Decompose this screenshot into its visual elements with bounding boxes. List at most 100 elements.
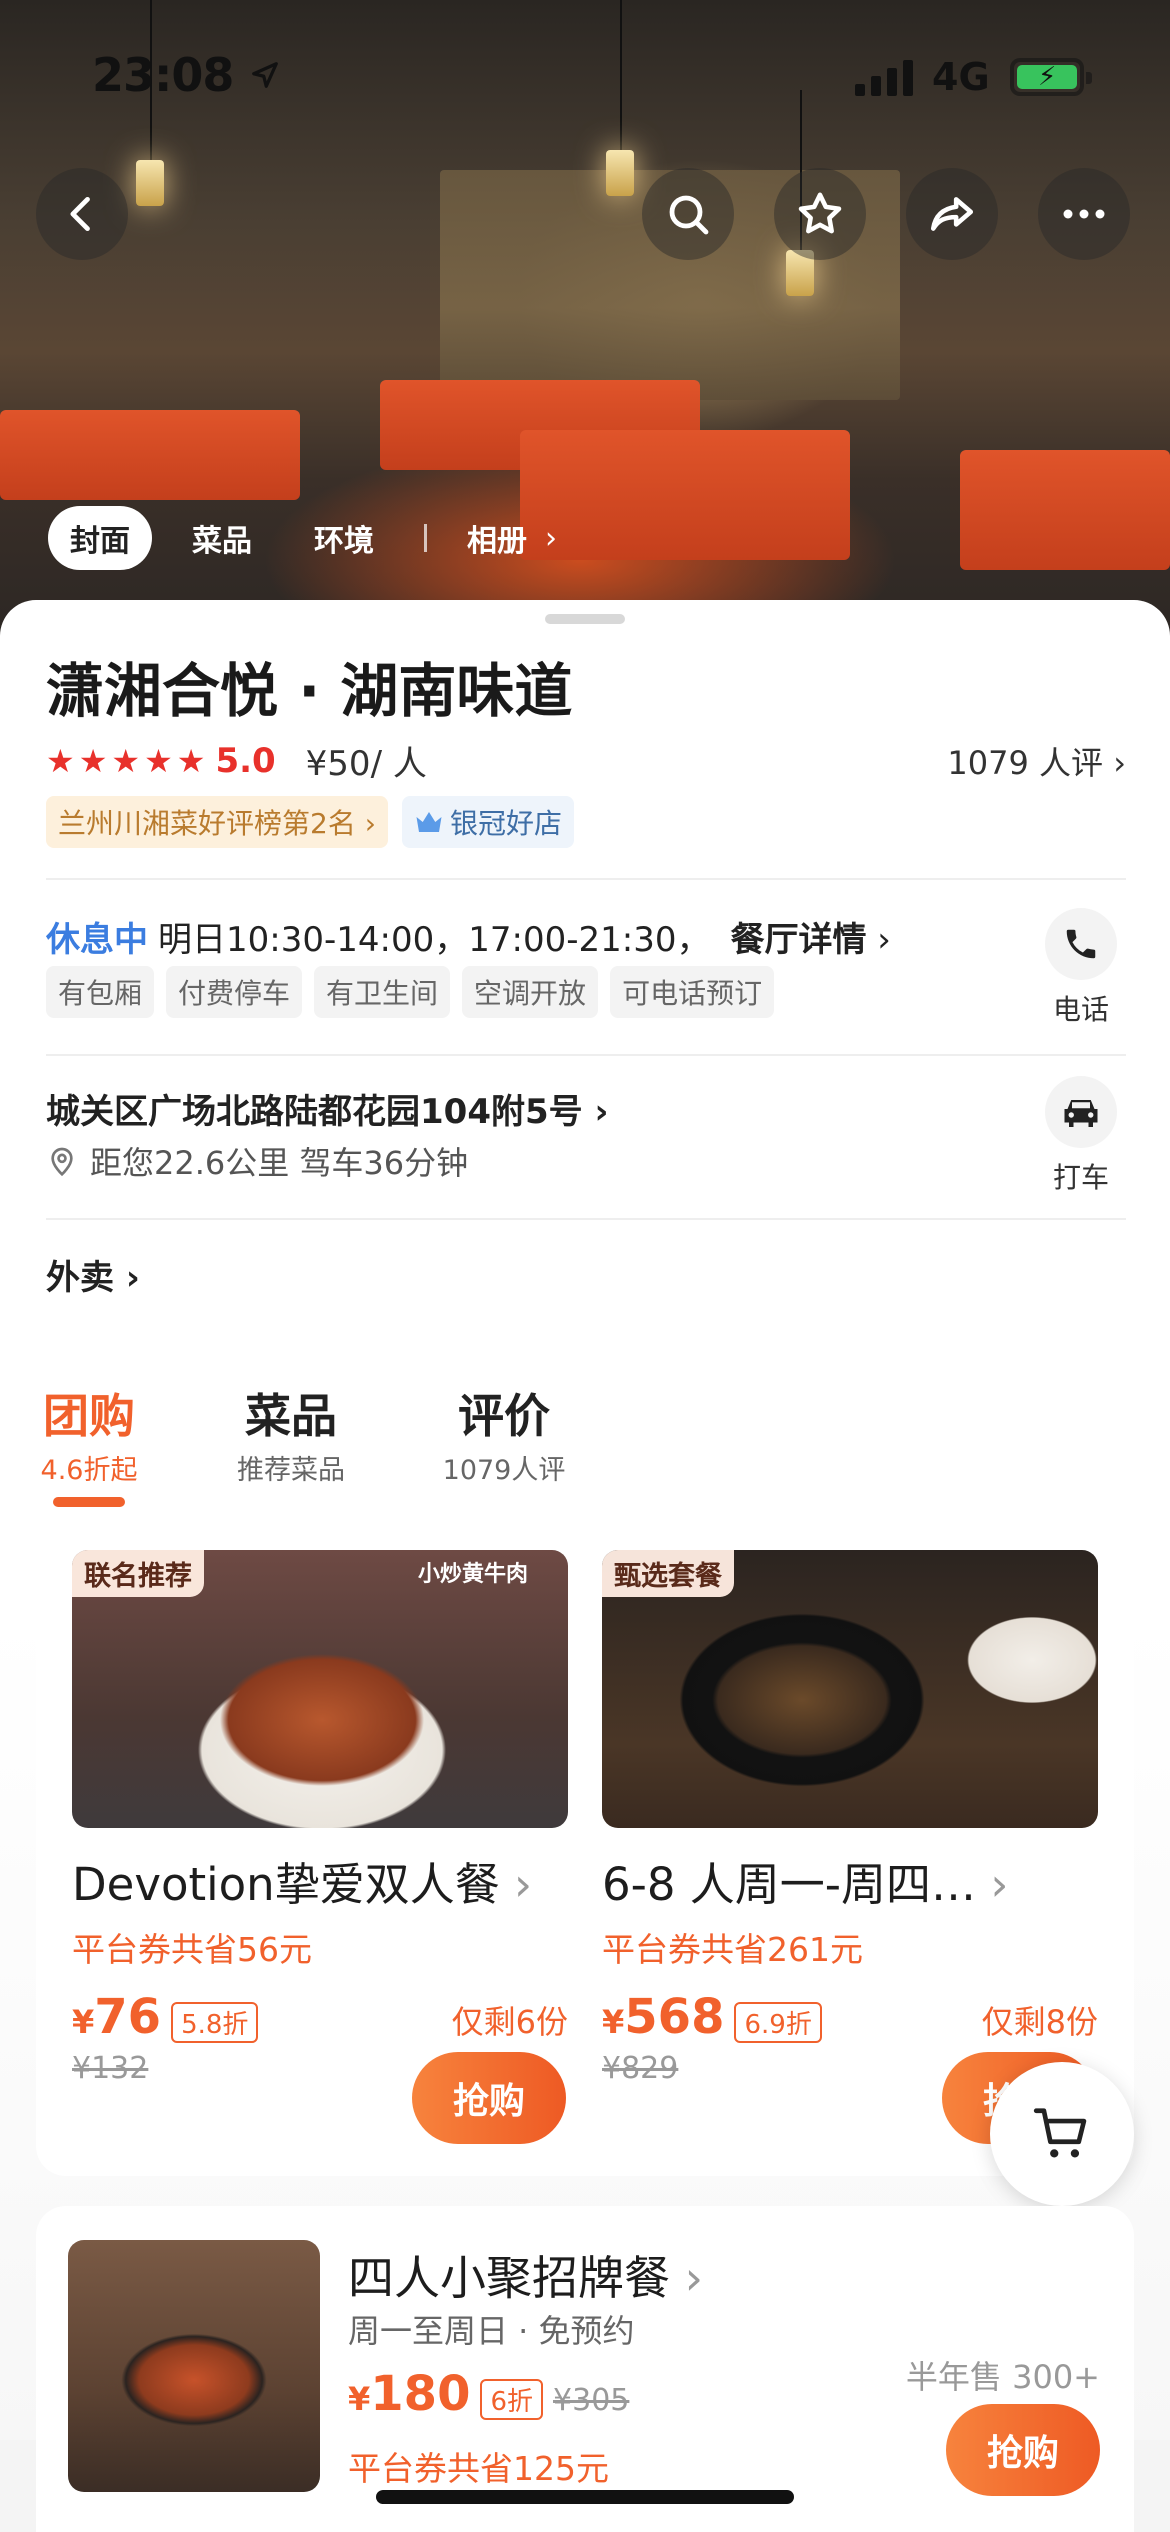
battery-icon: ⚡ bbox=[1010, 58, 1092, 96]
open-status: 休息中 bbox=[46, 920, 148, 960]
deal-title: 6-8 人周一-周四… › bbox=[602, 1858, 1009, 1911]
distance-text: 距您22.6公里 驾车36分钟 bbox=[90, 1144, 469, 1182]
gallery-tabs: 封面 菜品 环境 相册 › bbox=[48, 506, 557, 570]
deal-title: Devotion挚爱双人餐 › bbox=[72, 1858, 533, 1911]
facility-tag: 有包厢 bbox=[46, 966, 155, 1018]
deal-savings: 平台券共省56元 bbox=[72, 1930, 312, 1969]
deal-price-row: ¥ 568 6.9折 仅剩8份 bbox=[602, 1989, 1098, 2045]
divider bbox=[46, 1054, 1126, 1056]
tab-title: 菜品 bbox=[245, 1389, 337, 1443]
deal-price: 180 bbox=[370, 2366, 471, 2422]
tab-subtitle: 1079人评 bbox=[442, 1455, 566, 1486]
phone-button[interactable]: 电话 bbox=[1036, 908, 1126, 1028]
home-indicator[interactable] bbox=[376, 2490, 794, 2504]
deal-title: 四人小聚招牌餐 › bbox=[348, 2251, 704, 2305]
gallery-tab-album[interactable]: 相册 bbox=[445, 506, 549, 570]
deal-price-row: ¥ 76 5.8折 仅剩6份 bbox=[72, 1989, 568, 2045]
more-icon bbox=[1063, 209, 1105, 219]
share-icon bbox=[930, 197, 974, 231]
location-arrow-icon bbox=[252, 62, 278, 88]
remaining-count: 仅剩6份 bbox=[451, 2003, 568, 2041]
distance-row: 距您22.6公里 驾车36分钟 bbox=[46, 1138, 468, 1184]
crown-icon bbox=[416, 812, 442, 832]
tab-indicator bbox=[53, 1497, 125, 1507]
back-button[interactable] bbox=[36, 168, 128, 260]
phone-label: 电话 bbox=[1052, 993, 1109, 1026]
gallery-tab-dishes[interactable]: 菜品 bbox=[170, 506, 274, 570]
tab-dishes[interactable]: 菜品 推荐菜品 bbox=[226, 1380, 356, 1487]
car-icon bbox=[1064, 1100, 1098, 1127]
deal-image: 联名推荐 小炒黄牛肉 bbox=[72, 1550, 568, 1828]
buy-button[interactable]: 抢购 bbox=[946, 2404, 1100, 2496]
business-hours[interactable]: 休息中 明日10:30-14:00，17:00-21:30， 餐厅详情 › bbox=[46, 912, 891, 961]
deal-title-text: 四人小聚招牌餐 bbox=[348, 2251, 670, 2305]
rating-stars-icon: ★★★★★ bbox=[46, 741, 210, 780]
takeout-label: 外卖 bbox=[46, 1258, 114, 1298]
favorite-button[interactable] bbox=[774, 168, 866, 260]
network-label: 4G bbox=[932, 55, 990, 99]
price-per-person: ¥50/ 人 bbox=[305, 744, 427, 784]
ranking-badge[interactable]: 兰州川湘菜好评榜第2名 › bbox=[46, 796, 388, 848]
section-tabs: 团购 4.6折起 菜品 推荐菜品 评价 1079人评 bbox=[0, 1380, 1170, 1507]
status-time: 23:08 bbox=[92, 48, 234, 102]
deal-savings: 平台券共省261元 bbox=[602, 1930, 863, 1969]
currency-symbol: ¥ bbox=[602, 2003, 625, 2041]
address-link[interactable]: 城关区广场北路陆都花园104附5号 › bbox=[46, 1084, 609, 1133]
gallery-tab-cover[interactable]: 封面 bbox=[48, 506, 152, 570]
ranking-badge-label: 兰州川湘菜好评榜第2名 bbox=[58, 807, 356, 840]
dish-image-text: 小炒黄牛肉 bbox=[417, 1562, 528, 1587]
rating-score: 5.0 bbox=[215, 740, 276, 781]
location-icon bbox=[51, 1147, 73, 1177]
chevron-right-icon: › bbox=[545, 520, 557, 556]
deal-price: 76 bbox=[94, 1989, 162, 2045]
tab-subtitle: 推荐菜品 bbox=[237, 1455, 345, 1486]
tab-title: 评价 bbox=[458, 1389, 550, 1443]
rating-row: ★★★★★ 5.0 ¥50/ 人 1079 人评 › bbox=[46, 736, 1126, 785]
original-price: ¥305 bbox=[553, 2383, 630, 2418]
deal-image: 甄选套餐 bbox=[602, 1550, 1098, 1828]
share-button[interactable] bbox=[906, 168, 998, 260]
facility-tag: 付费停车 bbox=[166, 966, 303, 1018]
signal-icon bbox=[855, 60, 913, 96]
drag-handle[interactable] bbox=[545, 614, 625, 624]
deal-corner-label: 联名推荐 bbox=[72, 1550, 204, 1597]
deal-savings: 平台券共省125元 bbox=[348, 2449, 609, 2488]
discount-badge: 5.8折 bbox=[171, 2002, 259, 2043]
tab-title: 团购 bbox=[43, 1389, 135, 1443]
tab-reviews[interactable]: 评价 1079人评 bbox=[434, 1380, 574, 1487]
more-button[interactable] bbox=[1038, 168, 1130, 260]
deal-image bbox=[68, 2240, 320, 2492]
takeout-link[interactable]: 外卖 › bbox=[46, 1250, 140, 1299]
discount-badge: 6.9折 bbox=[734, 2002, 822, 2043]
discount-badge: 6折 bbox=[480, 2379, 544, 2420]
review-count-link[interactable]: 1079 人评 › bbox=[947, 738, 1126, 784]
review-count: 1079 人评 bbox=[947, 743, 1104, 782]
gallery-tab-divider bbox=[424, 524, 427, 552]
status-bar: 23:08 4G ⚡ bbox=[0, 0, 1170, 150]
deal-price-row: ¥ 180 6折 ¥305 bbox=[348, 2366, 629, 2422]
tab-group-buy[interactable]: 团购 4.6折起 bbox=[34, 1380, 144, 1507]
sold-count: 半年售 300+ bbox=[905, 2358, 1100, 2396]
search-button[interactable] bbox=[642, 168, 734, 260]
back-icon bbox=[70, 196, 90, 232]
cart-icon bbox=[1033, 2108, 1087, 2158]
deal-price: 568 bbox=[624, 1989, 725, 2045]
divider bbox=[46, 878, 1126, 880]
currency-symbol: ¥ bbox=[72, 2003, 95, 2041]
facility-tag: 有卫生间 bbox=[314, 966, 451, 1018]
gallery-tab-environment[interactable]: 环境 bbox=[292, 506, 396, 570]
buy-button[interactable]: 抢购 bbox=[412, 2052, 566, 2144]
restaurant-detail-link[interactable]: 餐厅详情 bbox=[730, 920, 866, 960]
currency-symbol: ¥ bbox=[348, 2380, 371, 2418]
facility-tags: 有包厢 付费停车 有卫生间 空调开放 可电话预订 bbox=[46, 966, 775, 1018]
taxi-button[interactable]: 打车 bbox=[1036, 1076, 1126, 1196]
deal-card[interactable]: 联名推荐 小炒黄牛肉 Devotion挚爱双人餐 › 平台券共省56元 ¥ 76… bbox=[72, 1550, 568, 2086]
crown-badge[interactable]: 银冠好店 bbox=[401, 796, 574, 848]
remaining-count: 仅剩8份 bbox=[981, 2003, 1098, 2041]
deal-list-item[interactable]: 四人小聚招牌餐 › 周一至周日 · 免预约 ¥ 180 6折 ¥305 平台券共… bbox=[36, 2206, 1134, 2532]
facility-tag: 空调开放 bbox=[462, 966, 599, 1018]
address-text: 城关区广场北路陆都花园104附5号 bbox=[46, 1092, 583, 1132]
deal-card[interactable]: 甄选套餐 6-8 人周一-周四… › 平台券共省261元 ¥ 568 6.9折 … bbox=[602, 1550, 1098, 2086]
cart-button[interactable] bbox=[990, 2062, 1134, 2206]
hero-photo[interactable]: 23:08 4G ⚡ 封面 菜品 环境 相册 › bbox=[0, 0, 1170, 640]
